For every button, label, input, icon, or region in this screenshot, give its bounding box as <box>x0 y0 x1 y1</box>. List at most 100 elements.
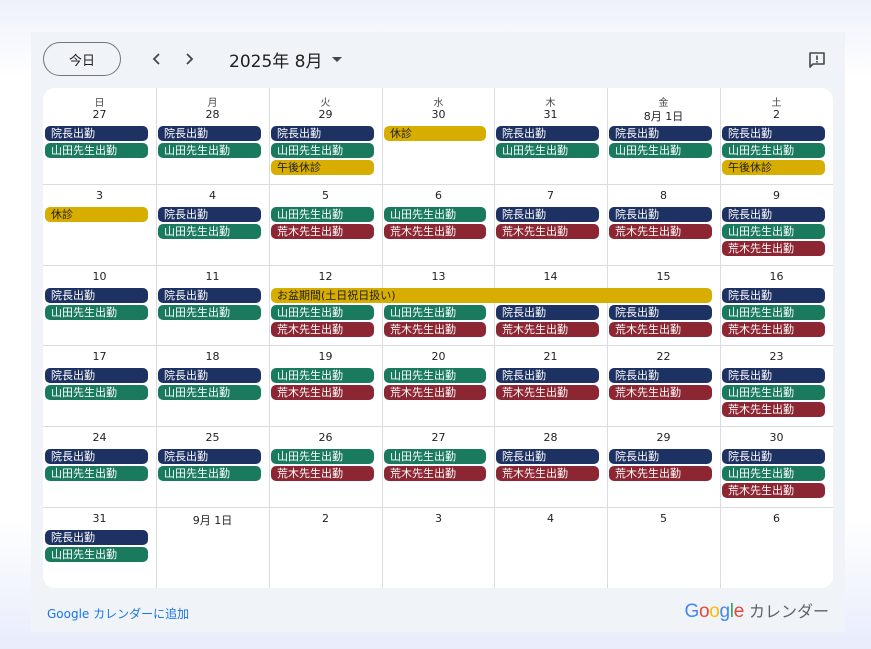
event-chip[interactable]: 山田先生出勤 <box>384 368 486 383</box>
event-chip[interactable]: 山田先生出勤 <box>271 449 374 464</box>
event-chip[interactable]: 院長出勤 <box>496 126 599 141</box>
event-chip[interactable]: 院長出勤 <box>158 449 261 464</box>
day-number[interactable]: 24 <box>43 431 156 444</box>
event-chip[interactable]: 山田先生出勤 <box>271 207 374 222</box>
day-number[interactable]: 12 <box>269 270 382 283</box>
event-chip[interactable]: お盆期間(土日祝日扱い) <box>271 288 712 303</box>
event-chip[interactable]: 院長出勤 <box>609 126 712 141</box>
event-chip[interactable]: 院長出勤 <box>45 288 148 303</box>
event-chip[interactable]: 山田先生出勤 <box>45 466 148 481</box>
event-chip[interactable]: 荒木先生出勤 <box>271 322 374 337</box>
event-chip[interactable]: 院長出勤 <box>609 449 712 464</box>
event-chip[interactable]: 院長出勤 <box>158 288 261 303</box>
event-chip[interactable]: 山田先生出勤 <box>384 449 486 464</box>
day-number[interactable]: 14 <box>494 270 607 283</box>
event-chip[interactable]: 荒木先生出勤 <box>609 385 712 400</box>
event-chip[interactable]: 荒木先生出勤 <box>496 466 599 481</box>
event-chip[interactable]: 山田先生出勤 <box>158 466 261 481</box>
event-chip[interactable]: 午後休診 <box>271 160 374 175</box>
day-number[interactable]: 26 <box>269 431 382 444</box>
event-chip[interactable]: 山田先生出勤 <box>45 305 148 320</box>
event-chip[interactable]: 山田先生出勤 <box>271 368 374 383</box>
event-chip[interactable]: 山田先生出勤 <box>158 385 261 400</box>
day-number[interactable]: 31 <box>494 108 607 121</box>
event-chip[interactable]: 山田先生出勤 <box>722 305 825 320</box>
event-chip[interactable]: 院長出勤 <box>609 305 712 320</box>
event-chip[interactable]: 院長出勤 <box>609 207 712 222</box>
event-chip[interactable]: 荒木先生出勤 <box>722 322 825 337</box>
event-chip[interactable]: 院長出勤 <box>158 207 261 222</box>
day-number[interactable]: 15 <box>607 270 720 283</box>
day-number[interactable]: 28 <box>494 431 607 444</box>
day-number[interactable]: 30 <box>720 431 833 444</box>
event-chip[interactable]: 院長出勤 <box>722 207 825 222</box>
next-month-button[interactable] <box>178 48 200 70</box>
day-number[interactable]: 29 <box>607 431 720 444</box>
event-chip[interactable]: 院長出勤 <box>45 530 148 545</box>
event-chip[interactable]: 荒木先生出勤 <box>271 466 374 481</box>
event-chip[interactable]: 休診 <box>45 207 148 222</box>
event-chip[interactable]: 山田先生出勤 <box>722 385 825 400</box>
event-chip[interactable]: 院長出勤 <box>609 368 712 383</box>
day-number[interactable]: 2 <box>720 108 833 121</box>
event-chip[interactable]: 院長出勤 <box>722 449 825 464</box>
event-chip[interactable]: 山田先生出勤 <box>722 466 825 481</box>
event-chip[interactable]: 荒木先生出勤 <box>722 483 825 498</box>
event-chip[interactable]: 山田先生出勤 <box>45 385 148 400</box>
event-chip[interactable]: 院長出勤 <box>158 368 261 383</box>
event-chip[interactable]: 荒木先生出勤 <box>722 402 825 417</box>
day-number[interactable]: 3 <box>382 512 495 525</box>
day-number[interactable]: 10 <box>43 270 156 283</box>
event-chip[interactable]: 荒木先生出勤 <box>271 385 374 400</box>
day-number[interactable]: 4 <box>494 512 607 525</box>
event-chip[interactable]: 山田先生出勤 <box>45 547 148 562</box>
event-chip[interactable]: 荒木先生出勤 <box>496 385 599 400</box>
event-chip[interactable]: 山田先生出勤 <box>384 207 486 222</box>
day-number[interactable]: 21 <box>494 350 607 363</box>
day-number[interactable]: 23 <box>720 350 833 363</box>
event-chip[interactable]: 荒木先生出勤 <box>722 241 825 256</box>
event-chip[interactable]: 院長出勤 <box>496 207 599 222</box>
event-chip[interactable]: 院長出勤 <box>45 449 148 464</box>
today-button[interactable]: 今日 <box>43 42 121 76</box>
event-chip[interactable]: 山田先生出勤 <box>384 305 486 320</box>
event-chip[interactable]: 荒木先生出勤 <box>271 224 374 239</box>
event-chip[interactable]: 山田先生出勤 <box>45 143 148 158</box>
day-number[interactable]: 16 <box>720 270 833 283</box>
event-chip[interactable]: 荒木先生出勤 <box>384 385 486 400</box>
day-number[interactable]: 30 <box>382 108 495 121</box>
day-number[interactable]: 9 <box>720 189 833 202</box>
day-number[interactable]: 19 <box>269 350 382 363</box>
event-chip[interactable]: 山田先生出勤 <box>271 305 374 320</box>
event-chip[interactable]: 午後休診 <box>722 160 825 175</box>
event-chip[interactable]: 山田先生出勤 <box>496 143 599 158</box>
event-chip[interactable]: 院長出勤 <box>722 126 825 141</box>
day-number[interactable]: 18 <box>156 350 269 363</box>
day-number[interactable]: 4 <box>156 189 269 202</box>
day-number[interactable]: 27 <box>382 431 495 444</box>
event-chip[interactable]: 山田先生出勤 <box>609 143 712 158</box>
prev-month-button[interactable] <box>146 48 168 70</box>
event-chip[interactable]: 山田先生出勤 <box>158 143 261 158</box>
event-chip[interactable]: 荒木先生出勤 <box>384 224 486 239</box>
event-chip[interactable]: 院長出勤 <box>271 126 374 141</box>
event-chip[interactable]: 荒木先生出勤 <box>384 466 486 481</box>
day-number[interactable]: 22 <box>607 350 720 363</box>
add-to-google-calendar-link[interactable]: Google カレンダーに追加 <box>47 605 189 622</box>
event-chip[interactable]: 院長出勤 <box>722 288 825 303</box>
day-number[interactable]: 6 <box>720 512 833 525</box>
event-chip[interactable]: 山田先生出勤 <box>158 305 261 320</box>
day-number[interactable]: 31 <box>43 512 156 525</box>
day-number[interactable]: 6 <box>382 189 495 202</box>
day-number[interactable]: 27 <box>43 108 156 121</box>
event-chip[interactable]: 院長出勤 <box>496 305 599 320</box>
feedback-icon[interactable] <box>807 50 827 70</box>
day-number[interactable]: 8月 1日 <box>607 108 720 124</box>
event-chip[interactable]: 荒木先生出勤 <box>609 224 712 239</box>
day-number[interactable]: 20 <box>382 350 495 363</box>
event-chip[interactable]: 山田先生出勤 <box>271 143 374 158</box>
event-chip[interactable]: 院長出勤 <box>45 126 148 141</box>
event-chip[interactable]: 院長出勤 <box>45 368 148 383</box>
event-chip[interactable]: 院長出勤 <box>722 368 825 383</box>
event-chip[interactable]: 山田先生出勤 <box>722 224 825 239</box>
